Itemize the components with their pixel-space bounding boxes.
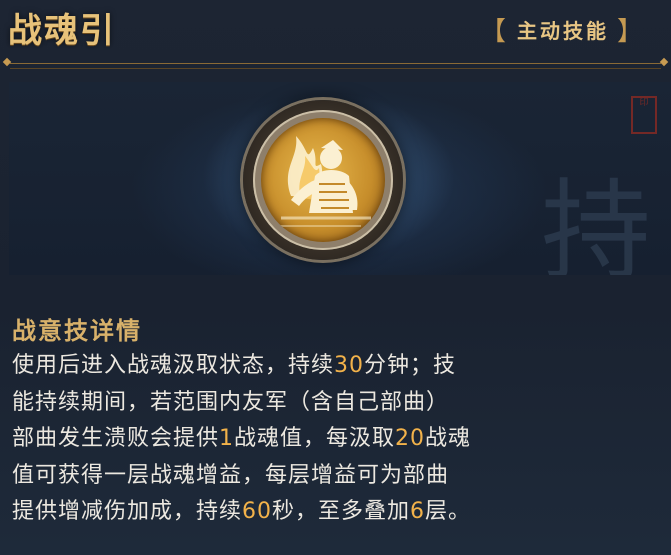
skill-type-tag: 【 主动技能 】 [477,11,649,47]
description-line: 提供增减伤加成，持续60秒，至多叠加6层。 [12,494,662,531]
skill-type-label: 主动技能 [517,18,609,43]
highlight-value: 6 [410,499,426,524]
skill-title: 战魂引 [8,11,116,51]
warrior-flame-icon [261,118,385,242]
description-text: 值可获得一层战魂增益，每层增益可为部曲 [12,462,450,488]
description-text: 战魂值，每汲取 [234,426,396,451]
highlight-value: 60 [242,499,273,524]
description-text: 使用后进入战魂汲取状态，持续 [12,353,335,378]
description-line: 部曲发生溃败会提供1战魂值，每汲取20战魂 [12,421,662,458]
description-text: 提供增减伤加成，持续 [12,499,243,524]
skill-icon-medallion[interactable] [243,100,403,260]
highlight-value: 1 [219,426,235,451]
tag-bracket-right: 】 [617,16,647,47]
description-line: 值可获得一层战魂增益，每层增益可为部曲 [12,458,662,495]
header-divider [10,63,661,69]
description-text: 层。 [425,499,472,524]
description-text: 部曲发生溃败会提供 [12,426,220,451]
red-seal-stamp: 印 [631,96,657,134]
calligraphy-watermark: 持 [541,168,651,275]
skill-artwork-panel: 印 持 [9,82,671,275]
highlight-value: 20 [395,426,426,451]
section-title: 战意技详情 [12,317,142,345]
tag-bracket-left: 【 [479,16,509,47]
skill-description: 使用后进入战魂汲取状态，持续30分钟；技能持续期间，若范围内友军（含自己部曲） 部… [12,348,662,531]
description-text: 分钟；技 [364,353,457,378]
description-line: 能持续期间，若范围内友军（含自己部曲） [12,385,662,422]
description-line: 使用后进入战魂汲取状态，持续30分钟；技 [12,348,662,385]
skill-header: 战魂引 【 主动技能 】 [0,0,671,62]
scroll-fade [0,533,671,555]
description-text: 能持续期间，若范围内友军（含自己部曲） [12,389,450,415]
description-text: 战魂 [425,426,472,451]
description-text: 秒，至多叠加 [272,499,411,524]
highlight-value: 30 [334,353,365,378]
